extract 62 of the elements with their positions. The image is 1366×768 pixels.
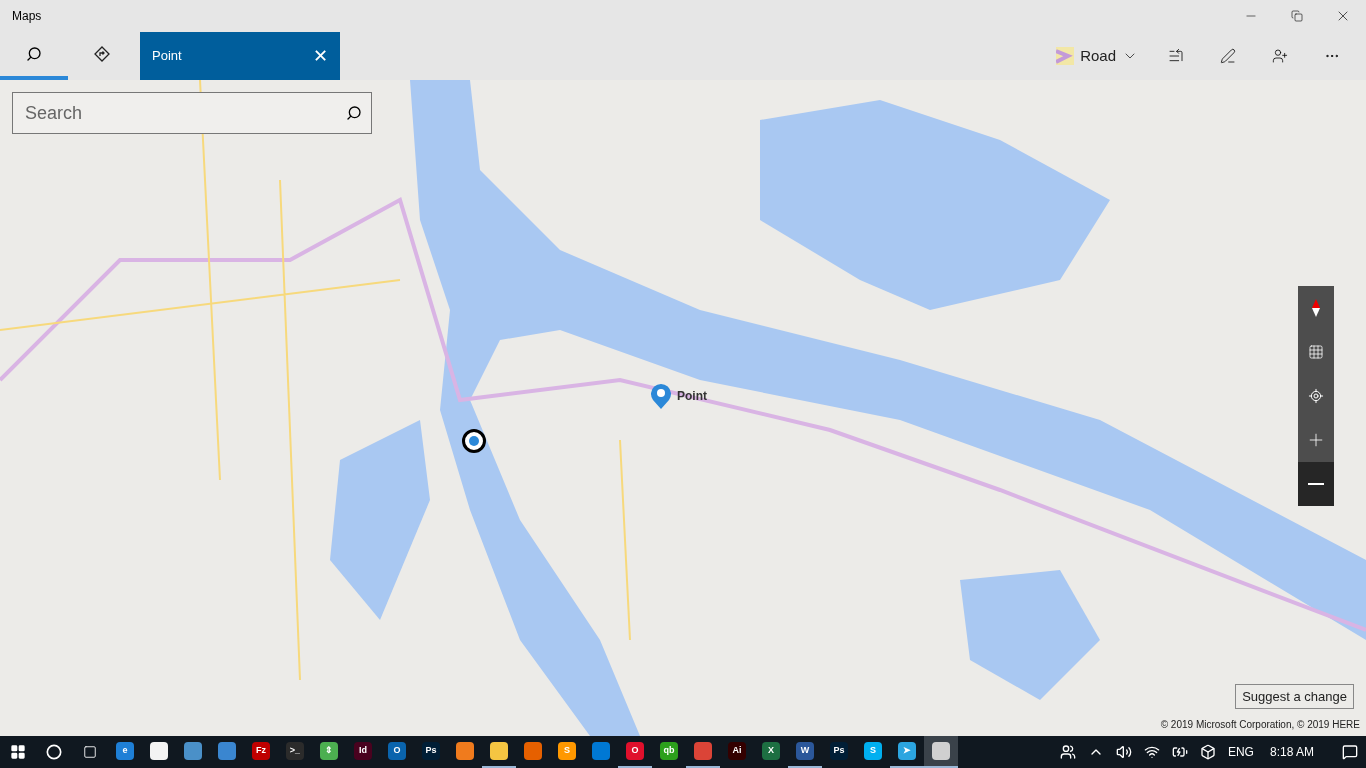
- app-icon: S: [558, 742, 576, 760]
- app-icon: ⇕: [320, 742, 338, 760]
- suggest-change-button[interactable]: Suggest a change: [1235, 683, 1354, 709]
- taskbar-app[interactable]: Ps: [822, 736, 856, 768]
- grid-icon: [1308, 344, 1324, 360]
- app-icon: S: [864, 742, 882, 760]
- app-icon: Ps: [422, 742, 440, 760]
- app-icon: Id: [354, 742, 372, 760]
- taskbar-app[interactable]: >_: [278, 736, 312, 768]
- tab-label: Point: [152, 47, 182, 66]
- open-tab[interactable]: Point ✕: [140, 32, 340, 80]
- taskbar-app[interactable]: e: [108, 736, 142, 768]
- search-field[interactable]: Search: [12, 92, 372, 134]
- pin-label: Point: [677, 388, 707, 404]
- battery-icon[interactable]: [1171, 744, 1188, 760]
- pen-icon: [1220, 48, 1236, 64]
- app-icon: qb: [660, 742, 678, 760]
- notifications-icon[interactable]: [1342, 744, 1358, 760]
- taskbar-app[interactable]: O: [618, 736, 652, 768]
- add-person-icon: [1272, 48, 1288, 64]
- app-icon: e: [116, 742, 134, 760]
- wifi-icon[interactable]: [1143, 744, 1160, 760]
- windows-icon: [10, 744, 26, 760]
- copyright-text: © 2019 Microsoft Corporation, © 2019 HERE: [1160, 718, 1360, 732]
- window-title: Maps: [12, 8, 42, 24]
- road-map-icon: [1056, 47, 1075, 65]
- app-icon: O: [626, 742, 644, 760]
- star-list-icon: [1168, 48, 1184, 64]
- taskbar-app[interactable]: O: [380, 736, 414, 768]
- zoom-out-button[interactable]: [1298, 462, 1334, 506]
- dropbox-icon[interactable]: [1199, 744, 1216, 760]
- directions-icon: [94, 46, 110, 62]
- taskbar-app[interactable]: Id: [346, 736, 380, 768]
- app-icon: X: [762, 742, 780, 760]
- search-icon: [26, 46, 42, 62]
- circle-icon: [46, 744, 62, 760]
- app-icon: Fz: [252, 742, 270, 760]
- compass-icon: [1312, 299, 1320, 317]
- map-style-button[interactable]: Road: [1048, 36, 1146, 76]
- app-icon: ➤: [898, 742, 916, 760]
- map-pin-icon[interactable]: [649, 382, 673, 410]
- taskbar-app[interactable]: W: [788, 736, 822, 768]
- taskbar-app[interactable]: Ai: [720, 736, 754, 768]
- app-icon: Ai: [728, 742, 746, 760]
- taskbar-app[interactable]: [924, 736, 958, 768]
- task-view-icon: [82, 745, 98, 759]
- taskbar-app[interactable]: X: [754, 736, 788, 768]
- target-icon: [1308, 388, 1324, 404]
- app-icon: W: [796, 742, 814, 760]
- minus-icon: [1308, 483, 1324, 485]
- app-icon: Ps: [830, 742, 848, 760]
- clock[interactable]: 8:18 AM: [1265, 744, 1318, 760]
- taskbar-app[interactable]: Fz: [244, 736, 278, 768]
- language-indicator[interactable]: ENG: [1227, 744, 1254, 760]
- tab-close-button[interactable]: ✕: [313, 47, 328, 65]
- app-icon: >_: [286, 742, 304, 760]
- search-icon: [346, 105, 362, 121]
- restore-icon: [1291, 10, 1303, 22]
- volume-icon[interactable]: [1115, 744, 1132, 760]
- app-icon: O: [388, 742, 406, 760]
- people-icon[interactable]: [1059, 744, 1076, 760]
- taskbar-app[interactable]: Ps: [414, 736, 448, 768]
